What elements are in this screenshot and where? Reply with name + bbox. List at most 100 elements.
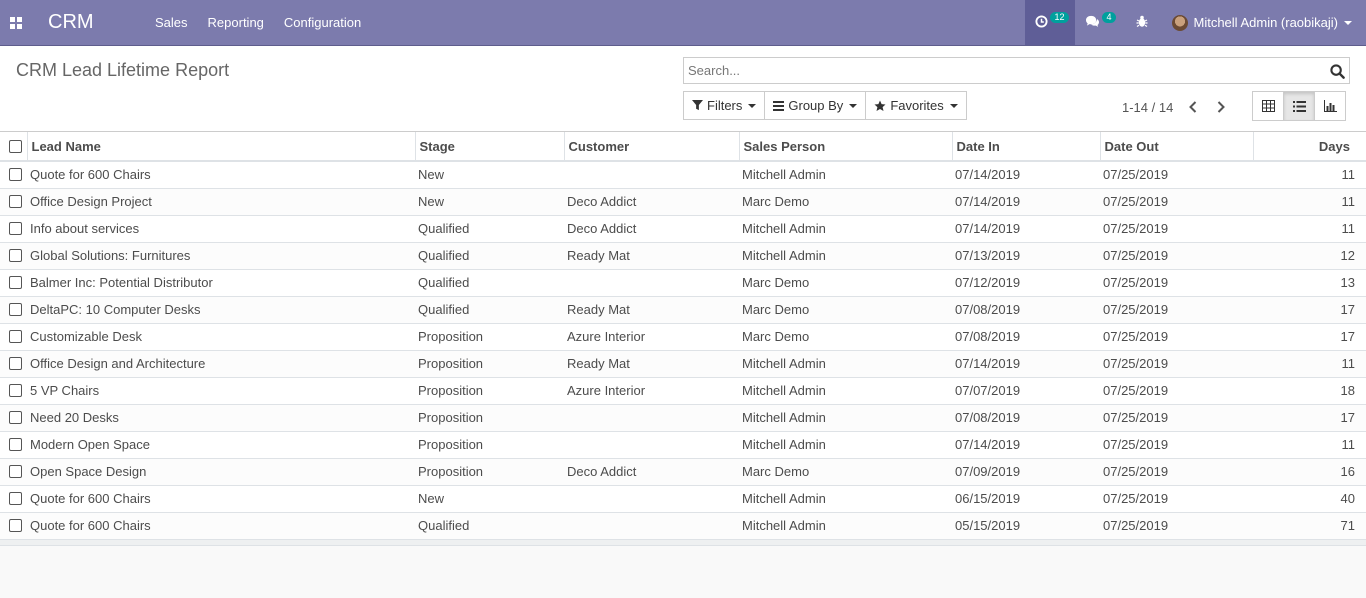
cell-stage[interactable]: New: [415, 188, 564, 216]
table-row[interactable]: Quote for 600 Chairs New Mitchell Admin 07/…: [0, 161, 1366, 189]
cell-date-in[interactable]: 07/07/2019: [952, 377, 1100, 405]
cell-sales-person[interactable]: Mitchell Admin: [739, 377, 952, 405]
cell-date-out[interactable]: 07/25/2019: [1100, 431, 1253, 459]
cell-date-out[interactable]: 07/25/2019: [1100, 161, 1253, 189]
cell-stage[interactable]: Qualified: [415, 269, 564, 297]
cell-date-out[interactable]: 07/25/2019: [1100, 377, 1253, 405]
cell-date-out[interactable]: 07/25/2019: [1100, 242, 1253, 270]
table-row[interactable]: Quote for 600 Chairs New Mitchell Admin 06/…: [0, 485, 1366, 513]
groupby-button[interactable]: Group By: [764, 91, 867, 120]
cell-days[interactable]: 17: [1253, 404, 1366, 432]
row-checkbox[interactable]: [9, 411, 22, 424]
cell-date-out[interactable]: 07/25/2019: [1100, 323, 1253, 351]
cell-days[interactable]: 71: [1253, 512, 1366, 540]
cell-stage[interactable]: New: [415, 161, 564, 189]
pager-value[interactable]: 1-14 / 14: [1122, 100, 1173, 115]
graph-view-button[interactable]: [1314, 91, 1346, 121]
row-checkbox[interactable]: [9, 195, 22, 208]
list-view-button[interactable]: [1283, 91, 1315, 121]
cell-customer[interactable]: Ready Mat: [564, 350, 739, 378]
cell-sales-person[interactable]: Mitchell Admin: [739, 431, 952, 459]
cell-lead-name[interactable]: 5 VP Chairs: [27, 377, 415, 405]
table-row[interactable]: 5 VP Chairs Proposition Azure Interior Mitc…: [0, 377, 1366, 405]
cell-customer[interactable]: Azure Interior: [564, 377, 739, 405]
cell-days[interactable]: 17: [1253, 296, 1366, 324]
column-header-sales-person[interactable]: Sales Person: [739, 132, 953, 162]
cell-sales-person[interactable]: Marc Demo: [739, 296, 952, 324]
table-row[interactable]: Office Design Project New Deco Addict Marc …: [0, 188, 1366, 216]
search-input[interactable]: [688, 60, 1318, 81]
column-header-customer[interactable]: Customer: [564, 132, 740, 162]
cell-date-in[interactable]: 07/14/2019: [952, 431, 1100, 459]
cell-date-out[interactable]: 07/25/2019: [1100, 485, 1253, 513]
cell-stage[interactable]: Proposition: [415, 404, 564, 432]
cell-days[interactable]: 12: [1253, 242, 1366, 270]
app-brand[interactable]: CRM: [48, 10, 94, 34]
column-header-date-out[interactable]: Date Out: [1100, 132, 1254, 162]
cell-customer[interactable]: Ready Mat: [564, 296, 739, 324]
messages-menu[interactable]: 4: [1075, 0, 1125, 45]
cell-lead-name[interactable]: Need 20 Desks: [27, 404, 415, 432]
table-row[interactable]: Balmer Inc: Potential Distributor Qualifi…: [0, 269, 1366, 297]
cell-customer[interactable]: [564, 485, 739, 513]
cell-customer[interactable]: [564, 431, 739, 459]
row-checkbox[interactable]: [9, 357, 22, 370]
table-row[interactable]: Global Solutions: Furnitures Qualified Rea…: [0, 242, 1366, 270]
table-row[interactable]: Open Space Design Proposition Deco Addict M…: [0, 458, 1366, 486]
row-checkbox[interactable]: [9, 330, 22, 343]
row-checkbox[interactable]: [9, 519, 22, 532]
cell-date-out[interactable]: 07/25/2019: [1100, 350, 1253, 378]
cell-lead-name[interactable]: Quote for 600 Chairs: [27, 161, 415, 189]
cell-stage[interactable]: Proposition: [415, 350, 564, 378]
cell-days[interactable]: 16: [1253, 458, 1366, 486]
column-header-stage[interactable]: Stage: [415, 132, 565, 162]
select-all-checkbox[interactable]: [9, 139, 22, 153]
menu-reporting[interactable]: Reporting: [198, 0, 274, 45]
cell-customer[interactable]: Deco Addict: [564, 188, 739, 216]
cell-customer[interactable]: [564, 404, 739, 432]
cell-customer[interactable]: Azure Interior: [564, 323, 739, 351]
row-checkbox[interactable]: [9, 438, 22, 451]
cell-stage[interactable]: Proposition: [415, 323, 564, 351]
cell-customer[interactable]: [564, 512, 739, 540]
table-row[interactable]: Customizable Desk Proposition Azure Interi…: [0, 323, 1366, 351]
row-checkbox[interactable]: [9, 384, 22, 397]
cell-date-in[interactable]: 07/14/2019: [952, 350, 1100, 378]
table-row[interactable]: Need 20 Desks Proposition Mitchell Admin 07…: [0, 404, 1366, 432]
cell-days[interactable]: 17: [1253, 323, 1366, 351]
cell-sales-person[interactable]: Marc Demo: [739, 323, 952, 351]
cell-sales-person[interactable]: Mitchell Admin: [739, 404, 952, 432]
cell-sales-person[interactable]: Marc Demo: [739, 458, 952, 486]
filters-button[interactable]: Filters: [683, 91, 766, 120]
pivot-view-button[interactable]: [1252, 91, 1284, 121]
cell-date-in[interactable]: 07/08/2019: [952, 296, 1100, 324]
cell-stage[interactable]: Proposition: [415, 431, 564, 459]
row-checkbox[interactable]: [9, 465, 22, 478]
table-row[interactable]: Modern Open Space Proposition Mitchell Adm…: [0, 431, 1366, 459]
cell-lead-name[interactable]: Quote for 600 Chairs: [27, 512, 415, 540]
column-header-days[interactable]: Days: [1253, 132, 1366, 162]
cell-lead-name[interactable]: DeltaPC: 10 Computer Desks: [27, 296, 415, 324]
cell-lead-name[interactable]: Customizable Desk: [27, 323, 415, 351]
cell-lead-name[interactable]: Balmer Inc: Potential Distributor: [27, 269, 415, 297]
table-row[interactable]: DeltaPC: 10 Computer Desks Qualified Ready…: [0, 296, 1366, 324]
table-row[interactable]: Office Design and Architecture Propositio…: [0, 350, 1366, 378]
cell-date-in[interactable]: 07/08/2019: [952, 323, 1100, 351]
cell-customer[interactable]: [564, 161, 739, 189]
cell-days[interactable]: 13: [1253, 269, 1366, 297]
cell-sales-person[interactable]: Mitchell Admin: [739, 242, 952, 270]
cell-lead-name[interactable]: Modern Open Space: [27, 431, 415, 459]
cell-sales-person[interactable]: Mitchell Admin: [739, 215, 952, 243]
cell-stage[interactable]: Proposition: [415, 458, 564, 486]
cell-customer[interactable]: Deco Addict: [564, 215, 739, 243]
cell-sales-person[interactable]: Marc Demo: [739, 269, 952, 297]
cell-days[interactable]: 11: [1253, 215, 1366, 243]
table-row[interactable]: Info about services Qualified Deco Addict M…: [0, 215, 1366, 243]
cell-date-in[interactable]: 07/12/2019: [952, 269, 1100, 297]
menu-sales[interactable]: Sales: [145, 0, 198, 45]
pager-previous-button[interactable]: [1183, 97, 1203, 117]
row-checkbox[interactable]: [9, 276, 22, 289]
column-header-date-in[interactable]: Date In: [952, 132, 1101, 162]
table-row[interactable]: Quote for 600 Chairs Qualified Mitchell Ad…: [0, 512, 1366, 540]
cell-stage[interactable]: Proposition: [415, 377, 564, 405]
